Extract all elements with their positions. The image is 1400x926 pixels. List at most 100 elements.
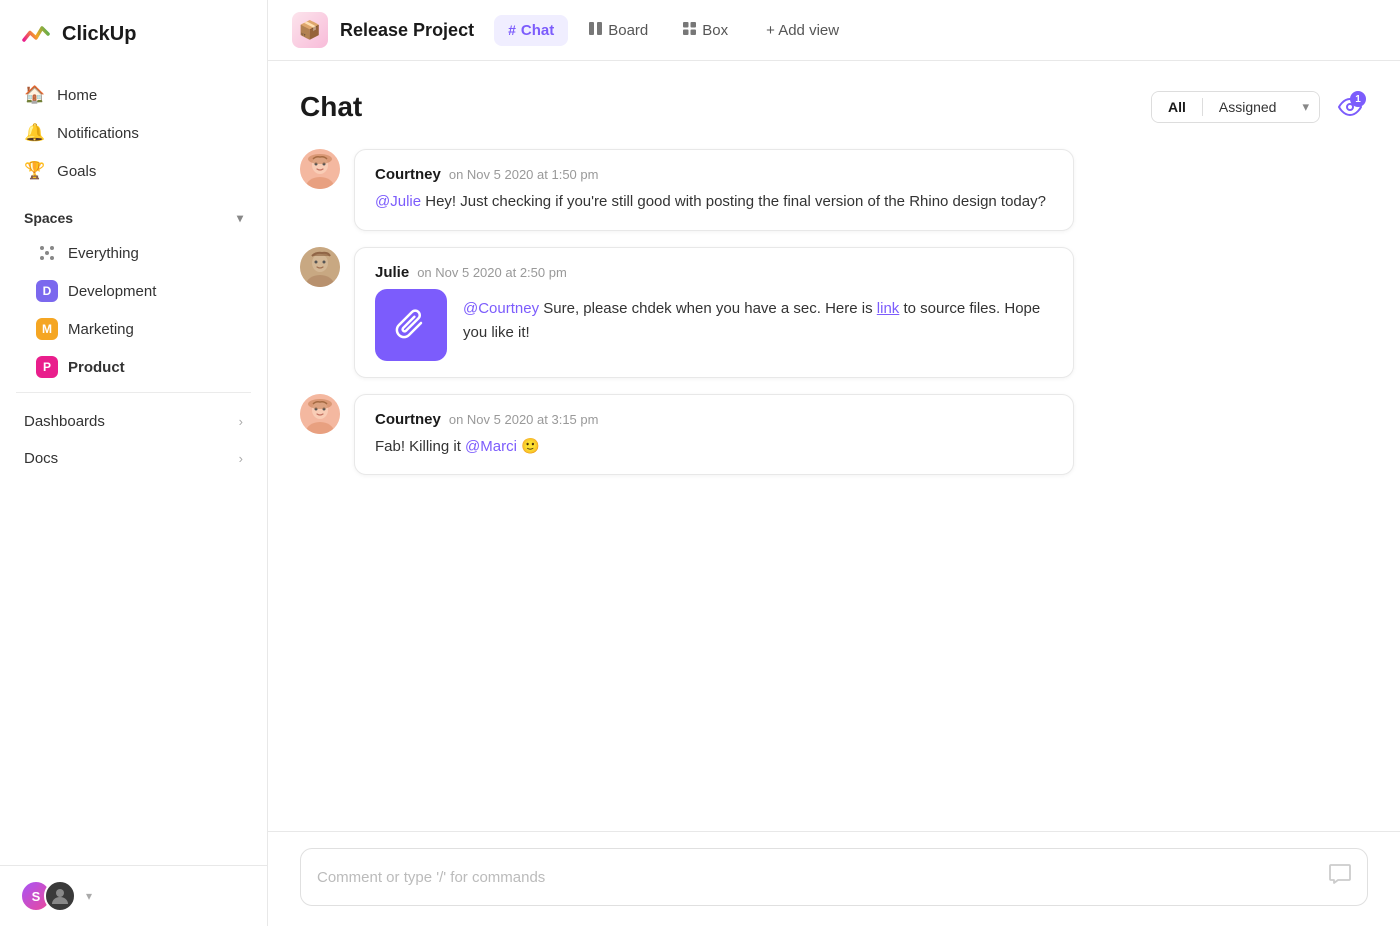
add-view-button[interactable]: + Add view — [752, 15, 853, 46]
avatar-courtney-2 — [300, 394, 340, 434]
tab-chat[interactable]: # Chat — [494, 15, 568, 46]
user-chevron-icon[interactable]: ▾ — [86, 889, 92, 903]
source-link[interactable]: link — [877, 300, 900, 317]
clickup-logo-icon — [20, 18, 52, 50]
tab-box[interactable]: Box — [668, 14, 742, 46]
message-author-2: Julie — [375, 264, 409, 281]
message-author-3: Courtney — [375, 411, 441, 428]
sidebar-user-area: S ▾ — [0, 865, 267, 926]
message-3: Courtney on Nov 5 2020 at 3:15 pm Fab! K… — [300, 394, 1368, 476]
watch-button[interactable]: 1 — [1332, 89, 1368, 125]
message-1: Courtney on Nov 5 2020 at 1:50 pm @Julie… — [300, 149, 1368, 231]
development-badge: D — [36, 280, 58, 302]
filter-assigned-button[interactable]: Assigned — [1203, 92, 1293, 122]
message-meta-2: Julie on Nov 5 2020 at 2:50 pm — [375, 264, 1053, 281]
sidebar: ClickUp 🏠 Home 🔔 Notifications 🏆 Goals S… — [0, 0, 268, 926]
message-emoji-3: 🙂 — [521, 438, 540, 455]
attach-body-1: Sure, please chdek when you have a sec. … — [539, 300, 877, 317]
marketing-badge: M — [36, 318, 58, 340]
tab-board-label: Board — [608, 22, 648, 39]
sidebar-item-home[interactable]: 🏠 Home — [12, 76, 255, 114]
sidebar-item-everything[interactable]: Everything — [12, 234, 255, 272]
comment-bubble-icon — [1329, 863, 1351, 891]
sidebar-nav: 🏠 Home 🔔 Notifications 🏆 Goals — [0, 68, 267, 198]
trophy-icon: 🏆 — [24, 161, 45, 181]
box-icon — [682, 21, 697, 39]
chat-area: Chat All Assigned ▾ 1 — [268, 61, 1400, 831]
tab-box-label: Box — [702, 22, 728, 39]
sidebar-item-marketing[interactable]: M Marketing — [12, 310, 255, 348]
chat-title: Chat — [300, 91, 362, 123]
home-icon: 🏠 — [24, 85, 45, 105]
sidebar-item-docs[interactable]: Docs › — [12, 440, 255, 477]
message-author-1: Courtney — [375, 166, 441, 183]
topbar: 📦 Release Project # Chat Board — [268, 0, 1400, 61]
project-icon: 📦 — [292, 12, 328, 48]
message-time-2: on Nov 5 2020 at 2:50 pm — [417, 265, 567, 280]
avatar-courtney-1 — [300, 149, 340, 189]
project-title: Release Project — [340, 20, 474, 41]
logo-area: ClickUp — [0, 0, 267, 68]
message-meta-3: Courtney on Nov 5 2020 at 3:15 pm — [375, 411, 1053, 428]
chat-header: Chat All Assigned ▾ 1 — [300, 89, 1368, 125]
message-body-1: Hey! Just checking if you're still good … — [421, 193, 1046, 210]
message-bubble-3: Courtney on Nov 5 2020 at 3:15 pm Fab! K… — [354, 394, 1074, 476]
spaces-chevron-icon: ▾ — [237, 211, 243, 225]
message-bubble-1: Courtney on Nov 5 2020 at 1:50 pm @Julie… — [354, 149, 1074, 231]
marketing-label: Marketing — [68, 321, 134, 338]
logo-text: ClickUp — [62, 23, 136, 46]
message-time-1: on Nov 5 2020 at 1:50 pm — [449, 167, 599, 182]
avatar-julie — [300, 247, 340, 287]
spaces-section-header[interactable]: Spaces ▾ — [0, 198, 267, 234]
development-label: Development — [68, 283, 156, 300]
product-badge: P — [36, 356, 58, 378]
mention-courtney: @Courtney — [463, 300, 539, 317]
add-view-label: + Add view — [766, 22, 839, 39]
sidebar-divider-1 — [16, 392, 251, 393]
message-text-3: Fab! Killing it @Marci 🙂 — [375, 436, 1053, 459]
everything-label: Everything — [68, 245, 139, 262]
dashboards-arrow-icon: › — [239, 414, 243, 429]
sidebar-item-dashboards[interactable]: Dashboards › — [12, 403, 255, 440]
comment-bar: Comment or type '/' for commands — [268, 831, 1400, 926]
sidebar-bottom-sections: Dashboards › Docs › — [0, 399, 267, 481]
comment-input-area[interactable]: Comment or type '/' for commands — [300, 848, 1368, 906]
main-content: 📦 Release Project # Chat Board — [268, 0, 1400, 926]
product-label: Product — [68, 359, 125, 376]
avatar-stack: S — [20, 880, 76, 912]
docs-arrow-icon: › — [239, 451, 243, 466]
filter-all-button[interactable]: All — [1152, 92, 1202, 122]
sidebar-item-goals[interactable]: 🏆 Goals — [12, 152, 255, 190]
attachment-text: @Courtney Sure, please chdek when you ha… — [463, 289, 1053, 345]
avatar-d — [44, 880, 76, 912]
filter-group: All Assigned ▾ — [1151, 91, 1320, 123]
tab-chat-label: Chat — [521, 22, 554, 39]
paperclip-icon — [395, 309, 427, 341]
spaces-label: Spaces — [24, 210, 73, 226]
bell-icon: 🔔 — [24, 123, 45, 143]
watch-badge-count: 1 — [1350, 91, 1366, 107]
sidebar-item-notifications[interactable]: 🔔 Notifications — [12, 114, 255, 152]
attachment-area: @Courtney Sure, please chdek when you ha… — [375, 289, 1053, 361]
mention-julie: @Julie — [375, 193, 421, 210]
docs-label: Docs — [24, 450, 58, 467]
message-bubble-2: Julie on Nov 5 2020 at 2:50 pm @Courtney… — [354, 247, 1074, 378]
filter-chevron-button[interactable]: ▾ — [1292, 92, 1319, 122]
tab-board[interactable]: Board — [574, 14, 662, 46]
spaces-list: Everything D Development M Marketing P P… — [0, 234, 267, 386]
message-text-1: @Julie Hey! Just checking if you're stil… — [375, 191, 1053, 214]
sidebar-item-notifications-label: Notifications — [57, 125, 139, 142]
dashboards-label: Dashboards — [24, 413, 105, 430]
message-2: Julie on Nov 5 2020 at 2:50 pm @Courtney… — [300, 247, 1368, 378]
message-time-3: on Nov 5 2020 at 3:15 pm — [449, 412, 599, 427]
chat-hash-icon: # — [508, 22, 516, 38]
comment-input-placeholder: Comment or type '/' for commands — [317, 869, 545, 886]
sidebar-item-development[interactable]: D Development — [12, 272, 255, 310]
message-text-start-3: Fab! Killing it — [375, 438, 465, 455]
sidebar-item-home-label: Home — [57, 87, 97, 104]
message-meta-1: Courtney on Nov 5 2020 at 1:50 pm — [375, 166, 1053, 183]
board-icon — [588, 21, 603, 39]
everything-icon — [36, 242, 58, 264]
sidebar-item-product[interactable]: P Product — [12, 348, 255, 386]
attachment-icon-box — [375, 289, 447, 361]
